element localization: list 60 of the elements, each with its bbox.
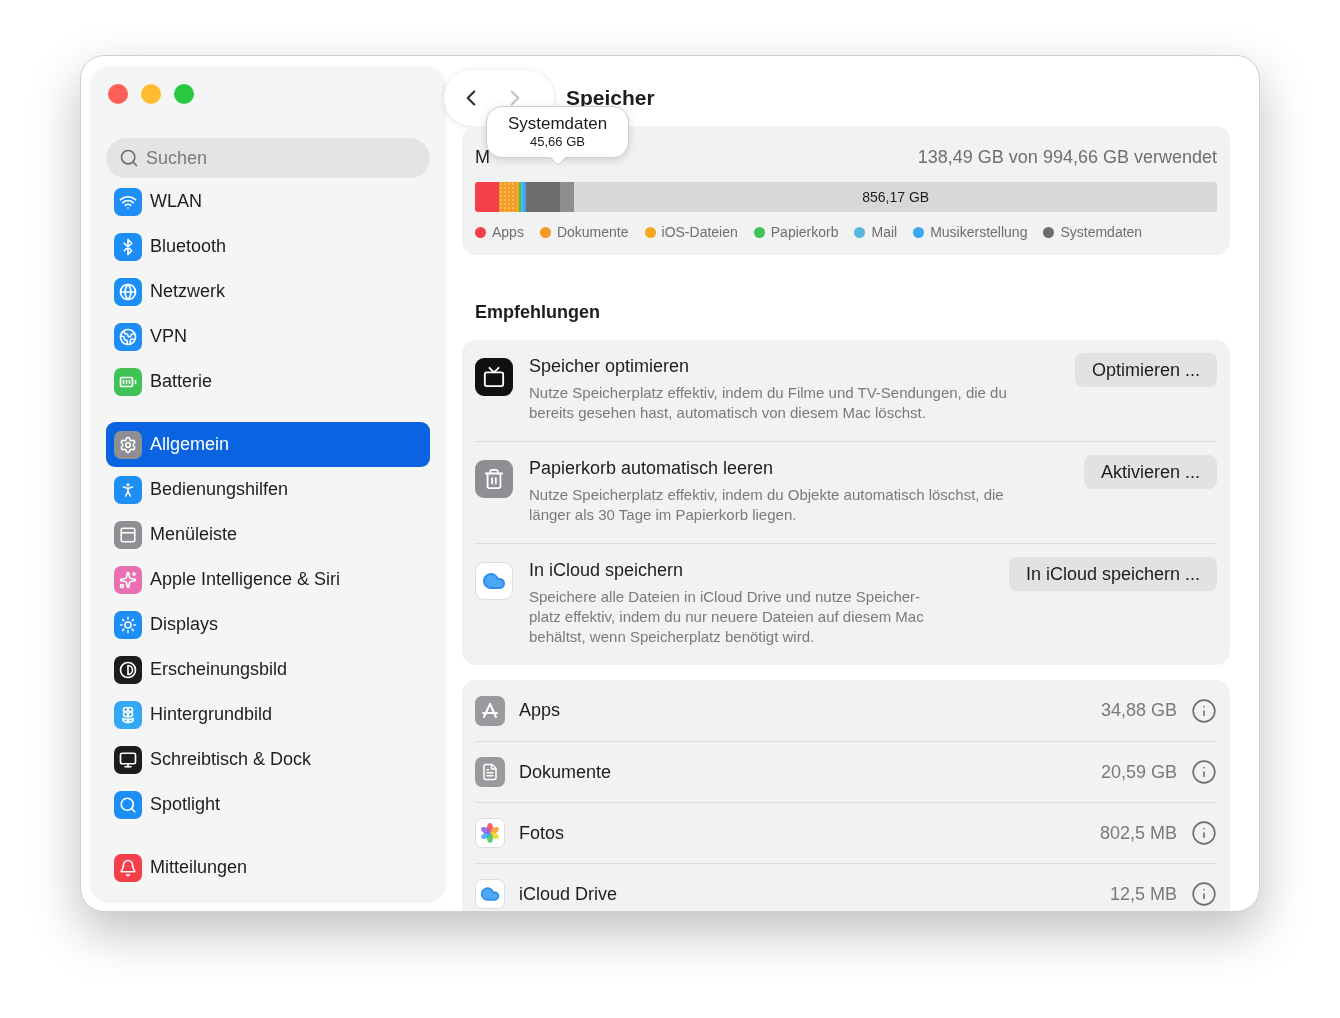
sidebar-item[interactable]: Menüleiste bbox=[106, 512, 430, 557]
tooltip-title: Systemdaten bbox=[507, 114, 608, 134]
category-size: 20,59 GB bbox=[1100, 760, 1177, 784]
info-button[interactable] bbox=[1191, 759, 1217, 785]
disk-name: M bbox=[475, 146, 490, 169]
window-title: Speicher bbox=[566, 85, 655, 112]
category-label: iCloud Drive bbox=[519, 882, 619, 906]
search-icon bbox=[119, 148, 139, 168]
trash-icon bbox=[475, 460, 513, 498]
recommendation-text: Nutze Speicherplatz effektiv, indem du Objekte automatisch löschst, die länger als 30 Tage im Papierkorb liegen. bbox=[529, 485, 1005, 525]
tooltip-value: 45,66 GB bbox=[530, 134, 585, 150]
cloud-icon bbox=[475, 562, 513, 600]
cloud-icon bbox=[475, 879, 505, 909]
category-label: Apps bbox=[519, 699, 562, 722]
sidebar-item[interactable]: Bedienungshilfen bbox=[106, 467, 430, 512]
legend-label: Systemdaten bbox=[1060, 223, 1143, 242]
tv-icon bbox=[475, 358, 513, 396]
legend-label: Dokumente bbox=[556, 223, 629, 242]
sidebar-item[interactable]: Hintergrundbild bbox=[106, 692, 430, 737]
sidebar-item[interactable]: Batterie bbox=[106, 359, 430, 404]
category-size: 12,5 MB bbox=[1109, 882, 1177, 906]
category-label: Dokumente bbox=[519, 760, 613, 784]
info-button[interactable] bbox=[1191, 697, 1217, 724]
sidebar-item[interactable]: Erscheinungsbild bbox=[106, 647, 430, 692]
search-field[interactable]: Suchen bbox=[106, 138, 430, 178]
close-button[interactable] bbox=[108, 84, 128, 104]
info-button[interactable] bbox=[1191, 820, 1217, 846]
legend-label: Papierkorb bbox=[770, 223, 839, 242]
legend-label: Apps bbox=[492, 223, 524, 242]
sidebar-item[interactable]: Apple Intelligence & Siri bbox=[106, 557, 430, 602]
category-size: 34,88 GB bbox=[1100, 699, 1177, 722]
sidebar-item[interactable]: Schreibtisch & Dock bbox=[106, 737, 430, 782]
category-label: Fotos bbox=[519, 821, 566, 845]
section-heading: Empfehlungen bbox=[475, 301, 601, 324]
flower-icon bbox=[475, 818, 505, 848]
action-button[interactable]: In iCloud speichern ... bbox=[1008, 557, 1217, 591]
info-button[interactable] bbox=[1191, 881, 1217, 907]
action-button[interactable]: Aktivieren ... bbox=[1083, 455, 1217, 489]
category-size: 802,5 MB bbox=[1099, 821, 1177, 845]
sidebar-item[interactable]: Spotlight bbox=[106, 782, 430, 827]
sidebar-item[interactable]: Mitteilungen bbox=[106, 845, 430, 890]
recommendation-text: Nutze Speicherplatz effektiv, indem du Filme und TV-Sendungen, die du bereits gesehen hast, automatisch von diesem Mac löschst. bbox=[529, 383, 1008, 423]
document-icon bbox=[475, 757, 505, 787]
recommendation-title: In iCloud speichern bbox=[529, 559, 685, 582]
usage-text: 138,49 GB von 994,66 GB verwendet bbox=[917, 146, 1217, 169]
free-space-label: 856,17 GB bbox=[862, 187, 930, 207]
app-store-icon bbox=[475, 695, 505, 726]
sidebar-item[interactable]: VPN bbox=[106, 314, 430, 359]
recommendation-title: Papierkorb automatisch leeren bbox=[529, 457, 775, 480]
legend-label: Mail bbox=[871, 223, 898, 242]
sidebar-item[interactable]: Netzwerk bbox=[106, 269, 430, 314]
sidebar-item[interactable]: Displays bbox=[106, 602, 430, 647]
sidebar-item[interactable]: Bluetooth bbox=[106, 224, 430, 269]
legend-label: Musikerstellung bbox=[930, 223, 1028, 242]
action-button[interactable]: Optimieren ... bbox=[1074, 353, 1217, 387]
recommendation-title: Speicher optimieren bbox=[529, 355, 691, 378]
sidebar-item[interactable]: Allgemein bbox=[106, 422, 430, 467]
legend-label: iOS-Dateien bbox=[661, 223, 738, 242]
sidebar-item[interactable]: WLAN bbox=[106, 179, 430, 224]
recommendation-text: Speichere alle Dateien in iCloud Drive und nutze Speicher-platz effektiv, indem du nur neuere Dateien auf diesem Mac behältst, wenn Speicherplatz benötigt wird. bbox=[529, 587, 925, 647]
